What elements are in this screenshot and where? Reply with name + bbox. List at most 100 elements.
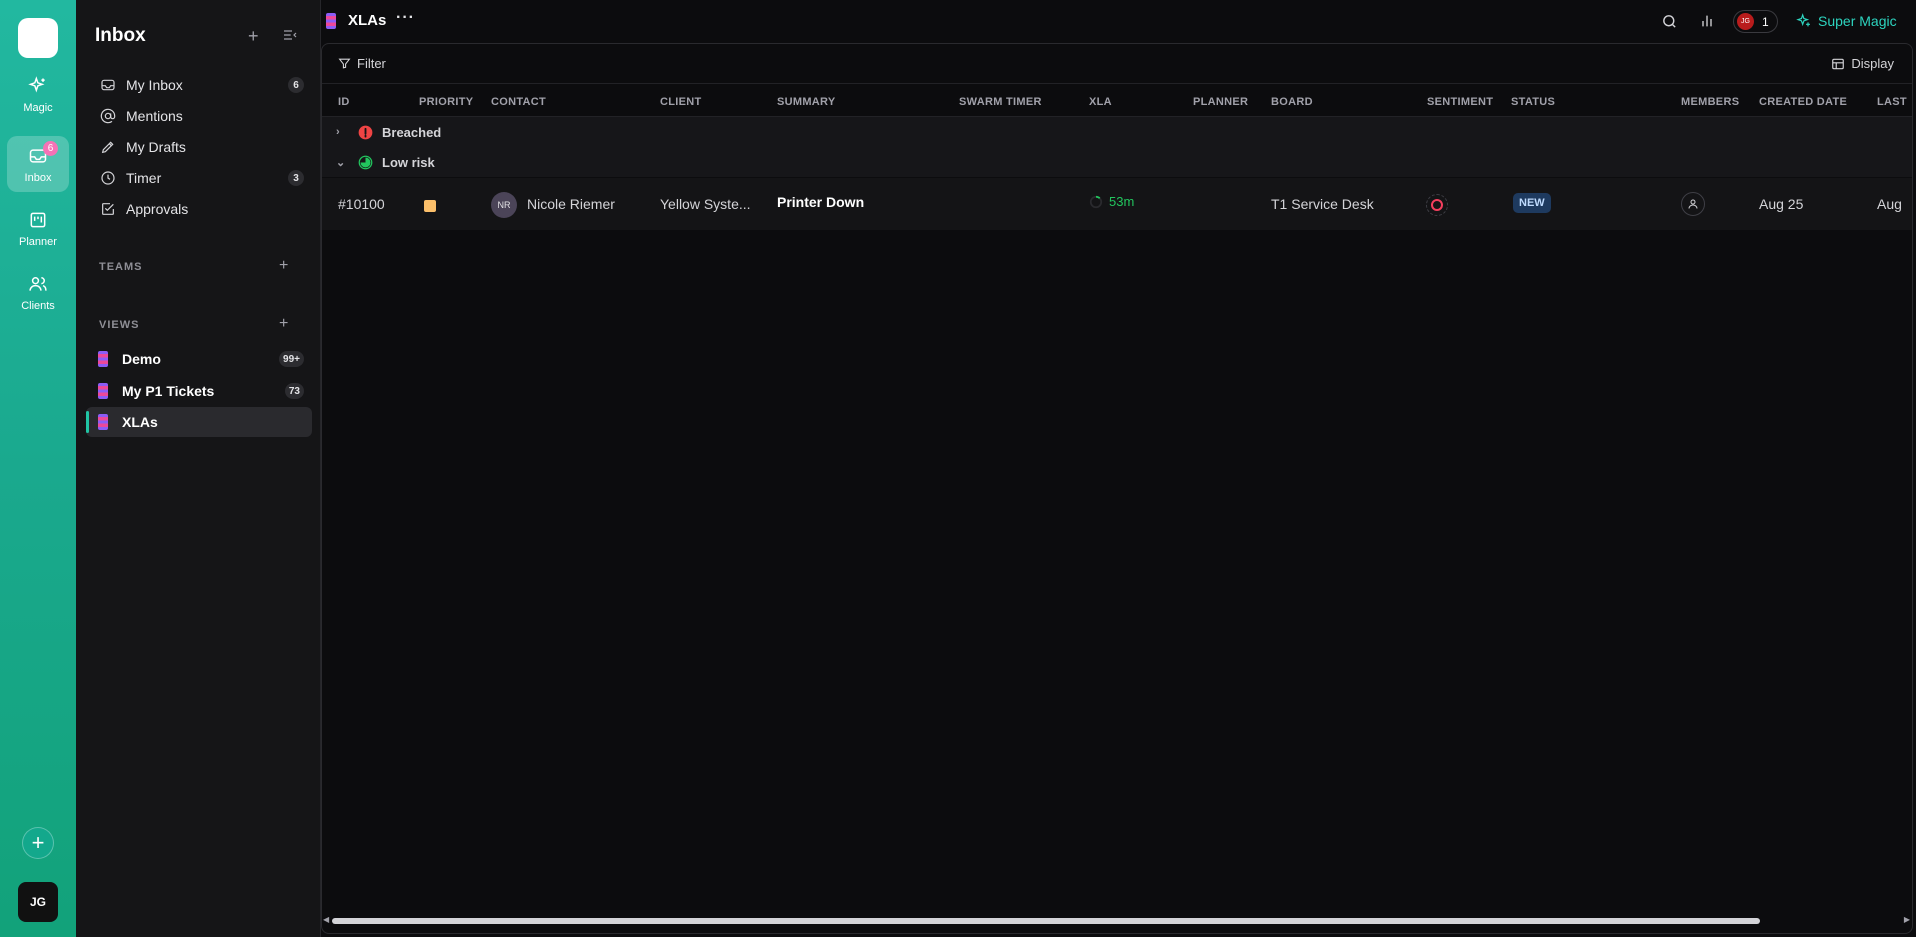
more-options-button[interactable]: ···: [396, 9, 415, 27]
check-square-icon: [102, 203, 114, 215]
sidebar-item-my-drafts[interactable]: My Drafts: [86, 132, 312, 162]
plus-icon: +: [248, 26, 259, 46]
column-header-id[interactable]: ID: [338, 96, 350, 108]
timer-ring-icon: [1089, 195, 1103, 208]
user-icon: [1688, 199, 1698, 209]
filter-icon: [338, 58, 351, 69]
rail-item-inbox[interactable]: 6 Inbox: [7, 136, 69, 192]
clock-icon: [101, 171, 115, 185]
ticket-id[interactable]: #10100: [338, 196, 385, 212]
sidebar-item-approvals[interactable]: Approvals: [86, 194, 312, 224]
plus-icon: +: [279, 257, 289, 274]
sidebar-view-my-p1-tickets[interactable]: My P1 Tickets 73: [86, 376, 312, 406]
chevron-right-icon: ›: [336, 126, 340, 138]
created-date: Aug 25: [1759, 196, 1804, 212]
rail-item-clients[interactable]: Clients: [7, 264, 69, 320]
group-row-breached[interactable]: › Breached: [322, 117, 1912, 147]
column-header-summary[interactable]: SUMMARY: [777, 96, 836, 108]
column-header-client[interactable]: CLIENT: [660, 96, 702, 108]
column-header-last[interactable]: LAST: [1877, 96, 1907, 108]
pie-progress-icon: [358, 155, 373, 169]
column-header-contact[interactable]: CONTACT: [491, 96, 546, 108]
column-header-status[interactable]: STATUS: [1511, 96, 1555, 108]
scroll-right-icon[interactable]: ▶: [1904, 915, 1910, 924]
column-header-members[interactable]: MEMBERS: [1681, 96, 1739, 108]
column-header-board[interactable]: BOARD: [1271, 96, 1313, 108]
assign-member-button[interactable]: [1681, 192, 1705, 216]
filter-bar: Filter Display: [322, 44, 1912, 84]
rail-item-magic[interactable]: Magic: [7, 66, 69, 122]
xla-timer: 53m: [1089, 194, 1134, 209]
pencil-icon: [101, 141, 114, 154]
plus-icon: +: [279, 315, 289, 332]
last-date: Aug: [1877, 196, 1902, 212]
table-header: ID PRIORITY CONTACT CLIENT SUMMARY SWARM…: [322, 85, 1912, 117]
view-icon: [98, 383, 108, 399]
users-icon: [29, 277, 47, 291]
filter-button[interactable]: Filter: [338, 56, 386, 71]
priority-indicator[interactable]: [424, 200, 436, 212]
column-header-planner[interactable]: PLANNER: [1193, 96, 1248, 108]
at-icon: [100, 108, 116, 124]
analytics-button[interactable]: [1699, 13, 1715, 34]
presence-count: 1: [1762, 14, 1769, 29]
teams-section-label: TEAMS: [99, 261, 143, 273]
view-icon: [98, 351, 108, 367]
avatar: JG: [1737, 13, 1754, 30]
add-view-button[interactable]: +: [279, 315, 288, 333]
user-avatar[interactable]: JG: [18, 882, 58, 922]
chevron-down-icon: ⌄: [336, 156, 346, 169]
top-bar: XLAs ··· JG 1 Super Magic: [321, 0, 1916, 42]
new-item-button[interactable]: +: [248, 26, 259, 47]
column-header-priority[interactable]: PRIORITY: [419, 96, 473, 108]
main-panel: Filter Display ID PRIORITY CONTACT CLIEN…: [321, 43, 1913, 934]
page-title: XLAs: [348, 12, 387, 29]
sidebar: Inbox + My Inbox 6 Mentions My Drafts Ti…: [76, 0, 321, 937]
group-row-low-risk[interactable]: ⌄ Low risk: [322, 147, 1912, 177]
sidebar-item-my-inbox[interactable]: My Inbox 6: [86, 70, 312, 100]
sentiment-indicator[interactable]: [1426, 194, 1448, 216]
sidebar-title: Inbox: [95, 25, 146, 46]
ticket-summary[interactable]: Printer Down: [777, 194, 864, 210]
sidebar-item-mentions[interactable]: Mentions: [86, 101, 312, 131]
views-section-label: VIEWS: [99, 319, 140, 331]
alert-circle-icon: [358, 125, 373, 139]
bar-chart-icon: [1702, 15, 1712, 27]
contact-avatar: NR: [491, 192, 517, 218]
client-name[interactable]: Yellow Syste...: [660, 196, 751, 212]
planner-icon: [30, 212, 46, 228]
add-team-button[interactable]: +: [279, 257, 288, 275]
count-badge: 3: [288, 170, 304, 186]
count-badge: 99+: [279, 351, 304, 367]
status-badge[interactable]: NEW: [1513, 193, 1551, 213]
view-icon: [98, 414, 108, 430]
create-button[interactable]: +: [22, 827, 54, 859]
display-button[interactable]: Display: [1831, 56, 1894, 71]
sidebar-view-demo[interactable]: Demo 99+: [86, 344, 312, 374]
column-header-sentiment[interactable]: SENTIMENT: [1427, 96, 1493, 108]
view-icon: [326, 13, 336, 29]
column-header-swarm-timer[interactable]: SWARM TIMER: [959, 96, 1042, 108]
collapse-sidebar-button[interactable]: [282, 27, 298, 48]
column-header-created-date[interactable]: CREATED DATE: [1759, 96, 1847, 108]
presence-indicator[interactable]: JG 1: [1733, 10, 1778, 33]
super-magic-button[interactable]: Super Magic: [1796, 13, 1897, 29]
scroll-left-icon[interactable]: ◀: [323, 915, 329, 924]
sparkle-icon: [28, 76, 45, 93]
sidebar-view-xlas[interactable]: XLAs: [86, 407, 312, 437]
table-row[interactable]: #10100 NR Nicole Riemer Yellow Syste... …: [322, 178, 1912, 230]
sparkle-icon: [1796, 13, 1810, 27]
rail-item-planner[interactable]: Planner: [7, 200, 69, 256]
inbox-icon: [101, 79, 115, 91]
app-logo[interactable]: [18, 18, 58, 58]
inbox-badge: 6: [43, 141, 58, 156]
count-badge: 6: [288, 77, 304, 93]
sentiment-ring-icon: [1431, 199, 1443, 211]
search-icon: [1663, 15, 1676, 28]
contact-name[interactable]: Nicole Riemer: [527, 196, 615, 212]
column-header-xla[interactable]: XLA: [1089, 96, 1112, 108]
sidebar-item-timer[interactable]: Timer 3: [86, 163, 312, 193]
search-button[interactable]: [1661, 13, 1678, 35]
board-name[interactable]: T1 Service Desk: [1271, 196, 1374, 212]
horizontal-scrollbar[interactable]: [332, 918, 1760, 924]
